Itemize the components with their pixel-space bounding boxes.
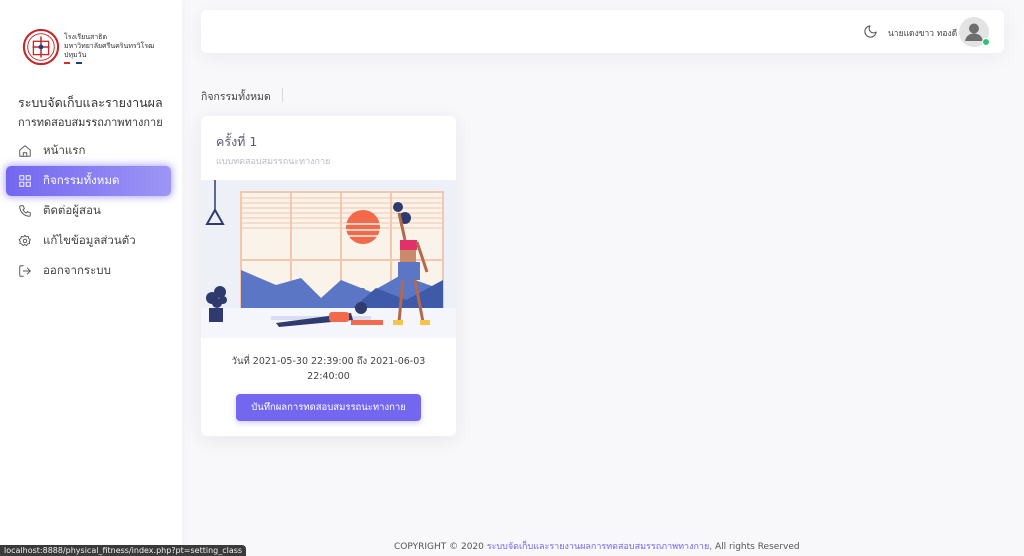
grid-icon — [17, 173, 33, 189]
sidebar-menu: หน้าแรก กิจกรรมทั้งหมด ติดต่อผู้สอน แก้ไ… — [6, 136, 171, 286]
sidebar-item-logout[interactable]: ออกจากระบบ — [6, 256, 171, 286]
moon-icon[interactable] — [863, 24, 878, 39]
user-name[interactable]: นายแดงขาว ทองดี — [888, 26, 957, 40]
settings-icon — [17, 233, 33, 249]
sidebar-item-label: ติดต่อผู้สอน — [43, 203, 101, 217]
footer-system-link[interactable]: ระบบจัดเก็บและรายงานผลการทดสอบสมรรถภาพทา… — [487, 542, 712, 552]
home-icon — [17, 143, 33, 159]
sidebar-item-all-activities[interactable]: กิจกรรมทั้งหมด — [6, 166, 171, 196]
system-subtitle: การทดสอบสมรรถภาพทางกาย — [18, 116, 163, 129]
activity-card: ครั้งที่ 1 แบบทดสอบสมรรถนะทางกาย วันที่ … — [201, 116, 456, 436]
system-title: ระบบจัดเก็บและรายงานผล — [18, 95, 163, 110]
online-status-dot — [982, 38, 990, 46]
sidebar-item-label: หน้าแรก — [43, 143, 86, 157]
school-logo[interactable]: โรงเรียนสาธิต มหาวิทยาลัยศรีนครินทรวิโรฒ… — [22, 28, 155, 66]
browser-status-url: localhost:8888/physical_fitness/index.ph… — [0, 545, 247, 556]
page-title: กิจกรรมทั้งหมด — [201, 91, 271, 103]
sidebar-item-label: กิจกรรมทั้งหมด — [43, 173, 120, 187]
sidebar-item-home[interactable]: หน้าแรก — [6, 136, 171, 166]
sidebar-item-label: แก้ไขข้อมูลส่วนตัว — [43, 233, 136, 247]
breadcrumb-divider — [282, 88, 283, 102]
activity-date-range: วันที่ 2021-05-30 22:39:00 ถึง 2021-06-0… — [231, 356, 426, 382]
footer: COPYRIGHT © 2020 ระบบจัดเก็บและรายงานผลก… — [394, 539, 800, 553]
sidebar-item-edit-profile[interactable]: แก้ไขข้อมูลส่วนตัว — [6, 226, 171, 256]
logo-text-line1: โรงเรียนสาธิต — [64, 33, 107, 41]
sidebar-item-contact-teacher[interactable]: ติดต่อผู้สอน — [6, 196, 171, 226]
logout-icon — [17, 263, 33, 279]
sidebar-item-label: ออกจากระบบ — [43, 263, 111, 277]
copyright-text: COPYRIGHT © 2020 — [394, 542, 484, 552]
activity-title: ครั้งที่ 1 — [216, 134, 258, 149]
rights-text: All rights Reserved — [714, 542, 800, 552]
logo-text-line3: ปทุมวัน — [64, 51, 87, 59]
school-seal-icon — [22, 28, 60, 66]
sidebar: โรงเรียนสาธิต มหาวิทยาลัยศรีนครินทรวิโรฒ… — [0, 0, 182, 556]
phone-icon — [17, 203, 33, 219]
record-test-result-button[interactable]: บันทึกผลการทดสอบสมรรถนะทางกาย — [236, 394, 421, 421]
activity-subtitle: แบบทดสอบสมรรถนะทางกาย — [216, 157, 331, 167]
logo-color-strip — [64, 62, 82, 64]
logo-text-line2: มหาวิทยาลัยศรีนครินทรวิโรฒ — [64, 42, 155, 50]
fitness-illustration — [201, 180, 456, 338]
top-navbar: นายแดงขาว ทองดี — [201, 10, 1004, 53]
